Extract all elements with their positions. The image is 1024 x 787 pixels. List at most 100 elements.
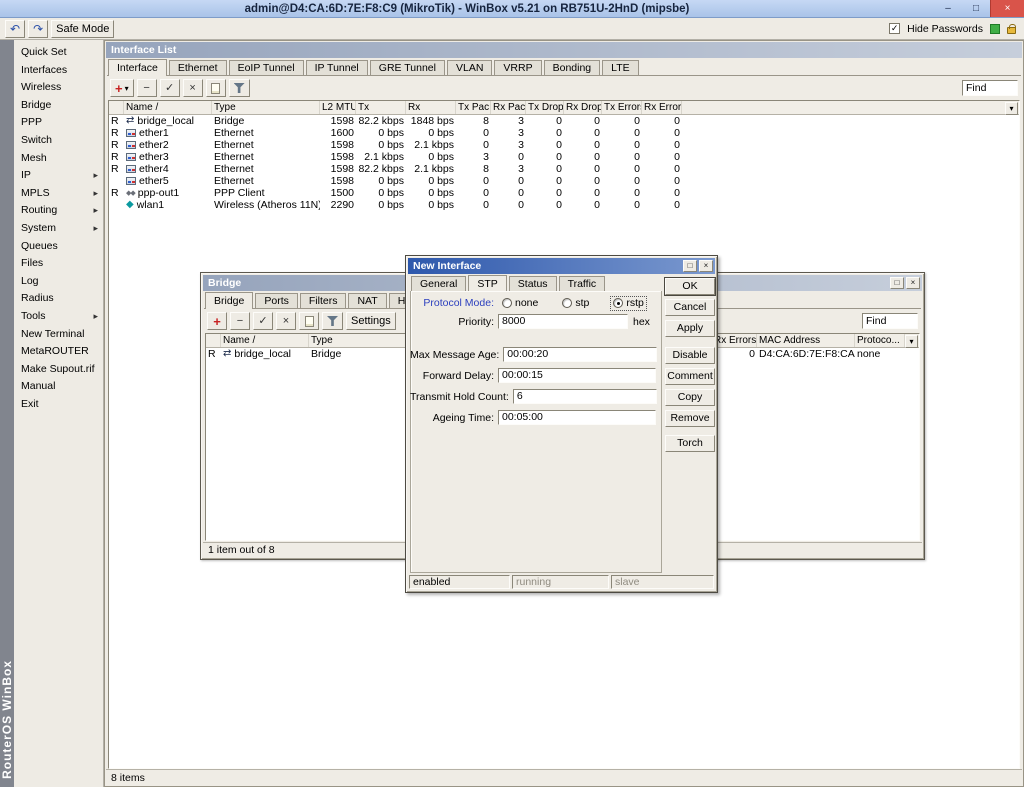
interface-row[interactable]: R ether1 Ethernet 1600 0 bps 0 bps 0 3 0…	[109, 127, 1019, 139]
hide-passwords-checkbox[interactable]: ✓	[889, 23, 900, 34]
sidebar-item[interactable]: Manual	[14, 378, 103, 396]
filter-button[interactable]	[229, 79, 250, 97]
find-input[interactable]: Find	[862, 313, 918, 329]
column-header[interactable]: L2 MTU	[320, 101, 356, 114]
dialog-titlebar[interactable]: New Interface □ ×	[408, 258, 715, 274]
tab[interactable]: Ports	[255, 293, 298, 308]
field-input[interactable]: 8000	[498, 314, 628, 329]
column-header[interactable]: Rx Drops	[564, 101, 602, 114]
column-header[interactable]: MAC Address	[757, 334, 855, 347]
dialog-button[interactable]: Comment	[665, 368, 715, 385]
sidebar-item[interactable]: PPP	[14, 114, 103, 132]
tab[interactable]: NAT	[348, 293, 386, 308]
sidebar-item[interactable]: Routing ▸	[14, 202, 103, 220]
redo-button[interactable]: ↷	[28, 20, 48, 38]
tab[interactable]: Traffic	[559, 276, 606, 291]
sidebar-item[interactable]: New Terminal	[14, 326, 103, 344]
tab[interactable]: Status	[509, 276, 557, 291]
field-input[interactable]: 00:05:00	[498, 410, 656, 425]
column-header[interactable]: Rx Errors	[712, 334, 757, 347]
dialog-button[interactable]: OK	[665, 278, 715, 295]
column-selector-button[interactable]: ▾	[905, 335, 918, 348]
comment-button[interactable]	[299, 312, 319, 330]
minimize-button[interactable]: –	[934, 0, 962, 17]
sidebar-item[interactable]: IP ▸	[14, 167, 103, 185]
tab[interactable]: Bonding	[544, 60, 601, 75]
find-input[interactable]: Find	[962, 80, 1018, 96]
sidebar-item[interactable]: Files	[14, 255, 103, 273]
maximize-button[interactable]: □	[890, 277, 904, 289]
undo-button[interactable]: ↶	[5, 20, 25, 38]
column-selector-button[interactable]: ▾	[1005, 102, 1018, 115]
tab[interactable]: STP	[468, 275, 506, 292]
sidebar-item[interactable]: Interfaces	[14, 62, 103, 80]
interface-row[interactable]: R ppp-out1 PPP Client 1500 0 bps 0 bps 0…	[109, 187, 1019, 199]
sidebar-item[interactable]: Bridge	[14, 97, 103, 115]
maximize-button[interactable]: □	[683, 260, 697, 272]
interface-row[interactable]: R ether2 Ethernet 1598 0 bps 2.1 kbps 0 …	[109, 139, 1019, 151]
dialog-button[interactable]: Remove	[665, 410, 715, 427]
column-header[interactable]	[206, 334, 221, 347]
sidebar-item[interactable]: Log	[14, 273, 103, 291]
column-header[interactable]: Tx	[356, 101, 406, 114]
column-header[interactable]: Name /	[221, 334, 309, 347]
dialog-button[interactable]: Cancel	[665, 299, 715, 316]
safe-mode-button[interactable]: Safe Mode	[51, 20, 114, 38]
sidebar-item[interactable]: Wireless	[14, 79, 103, 97]
sidebar-item[interactable]: Mesh	[14, 150, 103, 168]
dialog-button[interactable]: Disable	[665, 347, 715, 364]
column-header[interactable]: Protoco...	[855, 334, 905, 347]
field-input[interactable]: 00:00:15	[498, 368, 656, 383]
column-header[interactable]: Rx	[406, 101, 456, 114]
dialog-button[interactable]: Apply	[665, 320, 715, 337]
protocol-radio-option[interactable]: stp	[560, 297, 591, 310]
tab[interactable]: EoIP Tunnel	[229, 60, 304, 75]
tab[interactable]: GRE Tunnel	[370, 60, 445, 75]
tab[interactable]: LTE	[602, 60, 638, 75]
filter-button[interactable]	[322, 312, 343, 330]
interface-table-header[interactable]: Name / Type L2 MTU Tx Rx Tx Pac... Rx Pa…	[109, 101, 1019, 115]
sidebar-item[interactable]: Switch	[14, 132, 103, 150]
column-header[interactable]: Tx Pac...	[456, 101, 491, 114]
comment-button[interactable]	[206, 79, 226, 97]
interface-row[interactable]: wlan1 Wireless (Atheros 11N) 2290 0 bps …	[109, 199, 1019, 211]
column-header[interactable]: Rx Pac...	[491, 101, 526, 114]
sidebar-item[interactable]: Tools ▸	[14, 308, 103, 326]
maximize-button[interactable]: □	[962, 0, 990, 17]
dialog-button[interactable]: Torch	[665, 435, 715, 452]
interface-row[interactable]: R ether4 Ethernet 1598 82.2 kbps 2.1 kbp…	[109, 163, 1019, 175]
tab[interactable]: VLAN	[447, 60, 492, 75]
protocol-radio-option[interactable]: none	[500, 297, 540, 310]
field-input[interactable]: 6	[513, 389, 657, 404]
column-header[interactable]: Tx Drops	[526, 101, 564, 114]
disable-button[interactable]: ×	[276, 312, 296, 330]
sidebar-item[interactable]: Radius	[14, 290, 103, 308]
sidebar-item[interactable]: Quick Set	[14, 44, 103, 62]
tab[interactable]: VRRP	[494, 60, 541, 75]
add-button[interactable]: +▾	[110, 79, 134, 97]
close-button[interactable]: ×	[699, 260, 713, 272]
add-button[interactable]: +	[207, 312, 227, 330]
tab[interactable]: Filters	[300, 293, 347, 308]
interface-row[interactable]: ether5 Ethernet 1598 0 bps 0 bps 0 0 0 0…	[109, 175, 1019, 187]
protocol-radio-option[interactable]: rstp	[611, 297, 646, 310]
enable-button[interactable]: ✓	[253, 312, 273, 330]
remove-button[interactable]: −	[137, 79, 157, 97]
settings-button[interactable]: Settings	[346, 312, 396, 330]
remove-button[interactable]: −	[230, 312, 250, 330]
close-button[interactable]: ×	[990, 0, 1024, 17]
column-header[interactable]: Tx Errors	[602, 101, 642, 114]
interface-row[interactable]: R bridge_local Bridge 1598 82.2 kbps 184…	[109, 115, 1019, 127]
sidebar-item[interactable]: MetaROUTER	[14, 343, 103, 361]
close-button[interactable]: ×	[906, 277, 920, 289]
sidebar-item[interactable]: System ▸	[14, 220, 103, 238]
sidebar-item[interactable]: Exit	[14, 396, 103, 414]
column-header[interactable]: Rx Errors	[642, 101, 682, 114]
field-input[interactable]: 00:00:20	[503, 347, 657, 362]
tab[interactable]: Ethernet	[169, 60, 227, 75]
tab[interactable]: Interface	[108, 59, 167, 76]
tab[interactable]: General	[411, 276, 466, 291]
column-header[interactable]	[109, 101, 124, 114]
sidebar-item[interactable]: Queues	[14, 238, 103, 256]
enable-button[interactable]: ✓	[160, 79, 180, 97]
